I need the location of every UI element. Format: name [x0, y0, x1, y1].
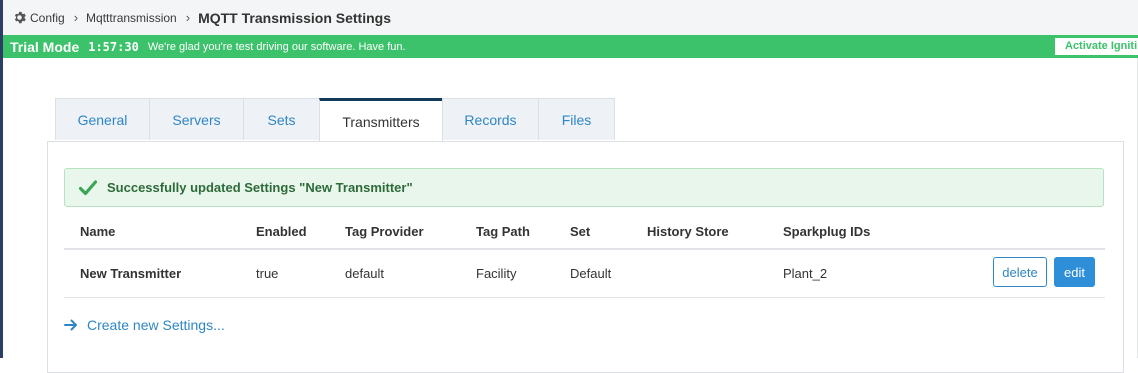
gear-icon: [13, 11, 26, 24]
create-new-settings-link[interactable]: Create new Settings...: [64, 317, 225, 333]
column-header-name: Name: [80, 224, 116, 239]
table-row: New Transmitter true default Facility De…: [64, 249, 1105, 298]
breadcrumb: Config › Mqtttransmission › MQTT Transmi…: [3, 0, 1138, 36]
column-header-set: Set: [570, 224, 591, 239]
trial-mode-label: Trial Mode: [10, 38, 80, 55]
chevron-right-icon: ›: [185, 10, 191, 25]
arrow-right-icon: [64, 319, 78, 331]
trial-banner: Trial Mode 1:57:30 We're glad you're tes…: [3, 35, 1138, 58]
cell-tag-provider: default: [345, 266, 385, 281]
column-header-tag-path: Tag Path: [476, 224, 530, 239]
column-header-history-store: History Store: [647, 224, 729, 239]
tab-files[interactable]: Files: [538, 98, 615, 140]
trial-timer: 1:57:30: [88, 39, 139, 54]
table-header: Name Enabled Tag Provider Tag Path Set H…: [64, 219, 1105, 250]
tab-bar: General Servers Sets Transmitters Record…: [55, 98, 615, 142]
cell-enabled: true: [256, 266, 279, 281]
tab-records[interactable]: Records: [442, 98, 539, 140]
column-header-enabled: Enabled: [256, 224, 307, 239]
chevron-right-icon: ›: [73, 10, 79, 25]
cell-sparkplug-ids: Plant_2: [783, 266, 828, 281]
success-message: Successfully updated Settings "New Trans…: [107, 180, 413, 195]
tab-transmitters[interactable]: Transmitters: [319, 98, 443, 142]
column-header-tag-provider: Tag Provider: [345, 224, 424, 239]
delete-button[interactable]: delete: [993, 257, 1047, 287]
cell-name: New Transmitter: [80, 266, 182, 281]
page-title: MQTT Transmission Settings: [198, 9, 391, 26]
breadcrumb-mqtttransmission[interactable]: Mqtttransmission: [86, 11, 177, 25]
activate-button[interactable]: Activate Igniti: [1055, 38, 1138, 55]
trial-message: We're glad you're test driving our softw…: [147, 40, 406, 53]
breadcrumb-config[interactable]: Config: [30, 11, 65, 25]
create-new-settings-label: Create new Settings...: [87, 317, 225, 333]
cell-set: Default: [570, 266, 612, 281]
tab-servers[interactable]: Servers: [149, 98, 244, 140]
checkmark-icon: [79, 179, 97, 196]
tab-general[interactable]: General: [55, 98, 150, 140]
success-alert: Successfully updated Settings "New Trans…: [64, 168, 1104, 207]
column-header-sparkplug-ids: Sparkplug IDs: [783, 224, 871, 239]
tab-sets[interactable]: Sets: [243, 98, 320, 140]
cell-tag-path: Facility: [476, 266, 517, 281]
edit-button[interactable]: edit: [1054, 257, 1095, 287]
